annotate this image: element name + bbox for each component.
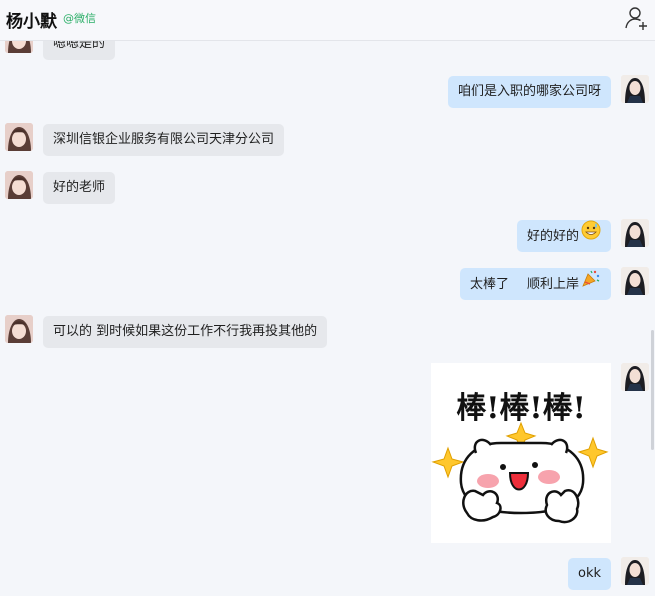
bunny-thumbs-up-icon bbox=[431, 421, 609, 524]
message-bubble[interactable]: 可以的 到时候如果这份工作不行我再投其他的 bbox=[43, 316, 328, 348]
thumbs-up-bunny-sticker[interactable]: 棒!棒!棒! bbox=[431, 363, 611, 543]
message-text: 深圳信银企业服务有限公司天津分公司 bbox=[53, 132, 275, 147]
contact-source-label: @微信 bbox=[63, 12, 96, 25]
message-text: 嗯嗯是的 bbox=[53, 41, 106, 51]
friend-avatar[interactable] bbox=[5, 123, 33, 151]
my-avatar[interactable] bbox=[621, 557, 649, 585]
message-list[interactable]: 嗯嗯是的 咱们是入职的哪家公司呀 深圳信银企业服务有限公司天津分公司 好的老师 … bbox=[0, 41, 655, 596]
friend-avatar[interactable] bbox=[5, 171, 33, 199]
friend-avatar[interactable] bbox=[5, 41, 33, 53]
message-bubble[interactable]: okk bbox=[567, 558, 611, 590]
message-text: 顺利上岸 bbox=[526, 277, 579, 292]
message-text: 好的好的 bbox=[526, 229, 579, 244]
contact-name[interactable]: 杨小默 bbox=[6, 7, 57, 32]
party-popper-emoji-icon bbox=[581, 268, 601, 301]
message-text: okk bbox=[577, 566, 601, 581]
grinning-sweat-emoji-icon bbox=[581, 220, 601, 253]
chat-header: 杨小默 @微信 bbox=[0, 0, 655, 41]
message-text: 好的老师 bbox=[53, 180, 106, 195]
message-bubble[interactable]: 咱们是入职的哪家公司呀 bbox=[447, 76, 611, 108]
message-bubble[interactable]: 太棒了 顺利上岸 bbox=[459, 268, 611, 301]
friend-avatar[interactable] bbox=[5, 315, 33, 343]
add-contact-icon bbox=[625, 7, 647, 30]
message-text: 太棒了 bbox=[469, 277, 509, 292]
message-bubble[interactable]: 好的老师 bbox=[43, 172, 116, 204]
message-text: 可以的 到时候如果这份工作不行我再投其他的 bbox=[53, 324, 318, 339]
my-avatar[interactable] bbox=[621, 363, 649, 391]
my-avatar[interactable] bbox=[621, 75, 649, 103]
my-avatar[interactable] bbox=[621, 267, 649, 295]
add-contact-button[interactable] bbox=[624, 5, 650, 31]
message-bubble[interactable]: 深圳信银企业服务有限公司天津分公司 bbox=[43, 124, 285, 156]
message-bubble[interactable]: 嗯嗯是的 bbox=[43, 41, 116, 60]
message-bubble[interactable]: 好的好的 bbox=[516, 220, 611, 253]
my-avatar[interactable] bbox=[621, 219, 649, 247]
scrollbar[interactable] bbox=[651, 330, 654, 450]
message-text: 咱们是入职的哪家公司呀 bbox=[457, 84, 601, 99]
